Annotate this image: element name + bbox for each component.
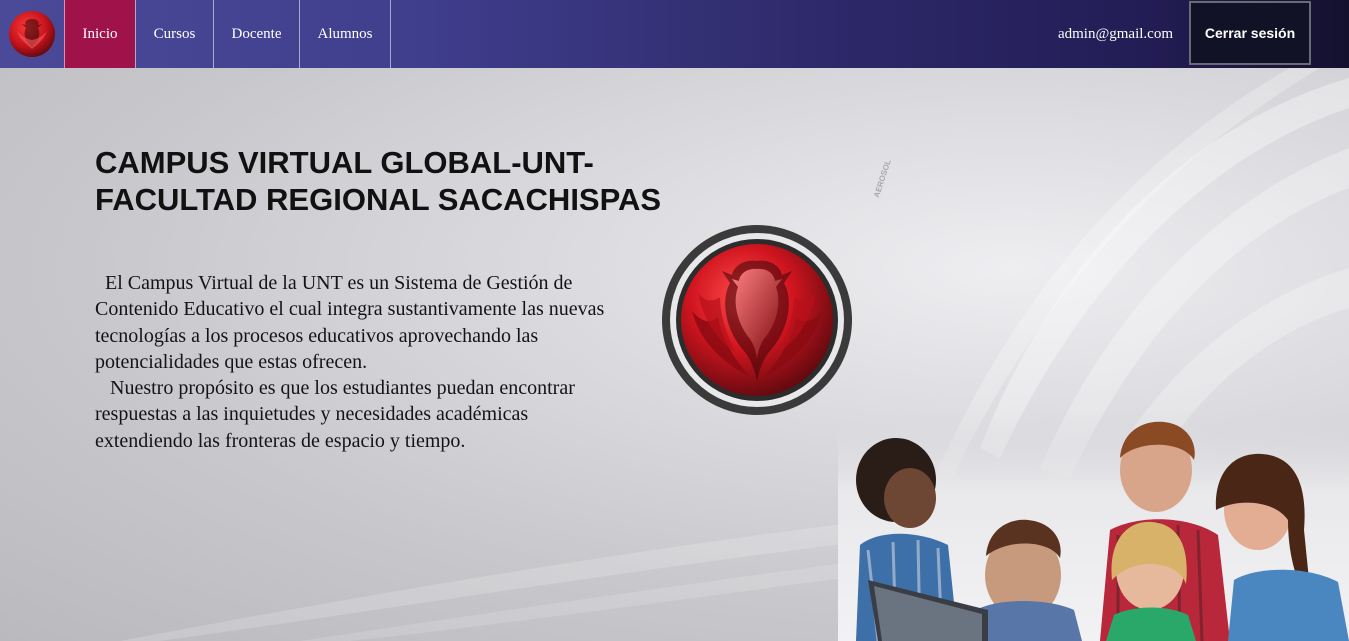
top-navbar: Inicio Cursos Docente Alumnos admin@gmai… (0, 0, 1349, 68)
logout-button[interactable]: Cerrar sesión (1189, 1, 1311, 65)
phoenix-logo-icon (9, 11, 55, 57)
nav-item-inicio[interactable]: Inicio (64, 0, 135, 68)
brand-logo[interactable] (0, 0, 64, 68)
nav-tail (1311, 0, 1349, 68)
nav-item-cursos[interactable]: Cursos (135, 0, 213, 68)
phoenix-emblem-icon (662, 225, 852, 415)
campus-description: El Campus Virtual de la UNT es un Sistem… (95, 270, 615, 454)
hero-section: CAMPUS VIRTUAL GLOBAL-UNT- FACULTAD REGI… (0, 68, 1349, 641)
description-paragraph-2: Nuestro propósito es que los estudiantes… (95, 377, 580, 452)
description-paragraph-1: El Campus Virtual de la UNT es un Sistem… (95, 272, 610, 373)
students-photo (838, 410, 1349, 641)
page-title: CAMPUS VIRTUAL GLOBAL-UNT- FACULTAD REGI… (95, 145, 662, 217)
nav-item-docente[interactable]: Docente (213, 0, 299, 68)
user-email: admin@gmail.com (1057, 25, 1173, 42)
nav-item-alumnos[interactable]: Alumnos (299, 0, 391, 68)
